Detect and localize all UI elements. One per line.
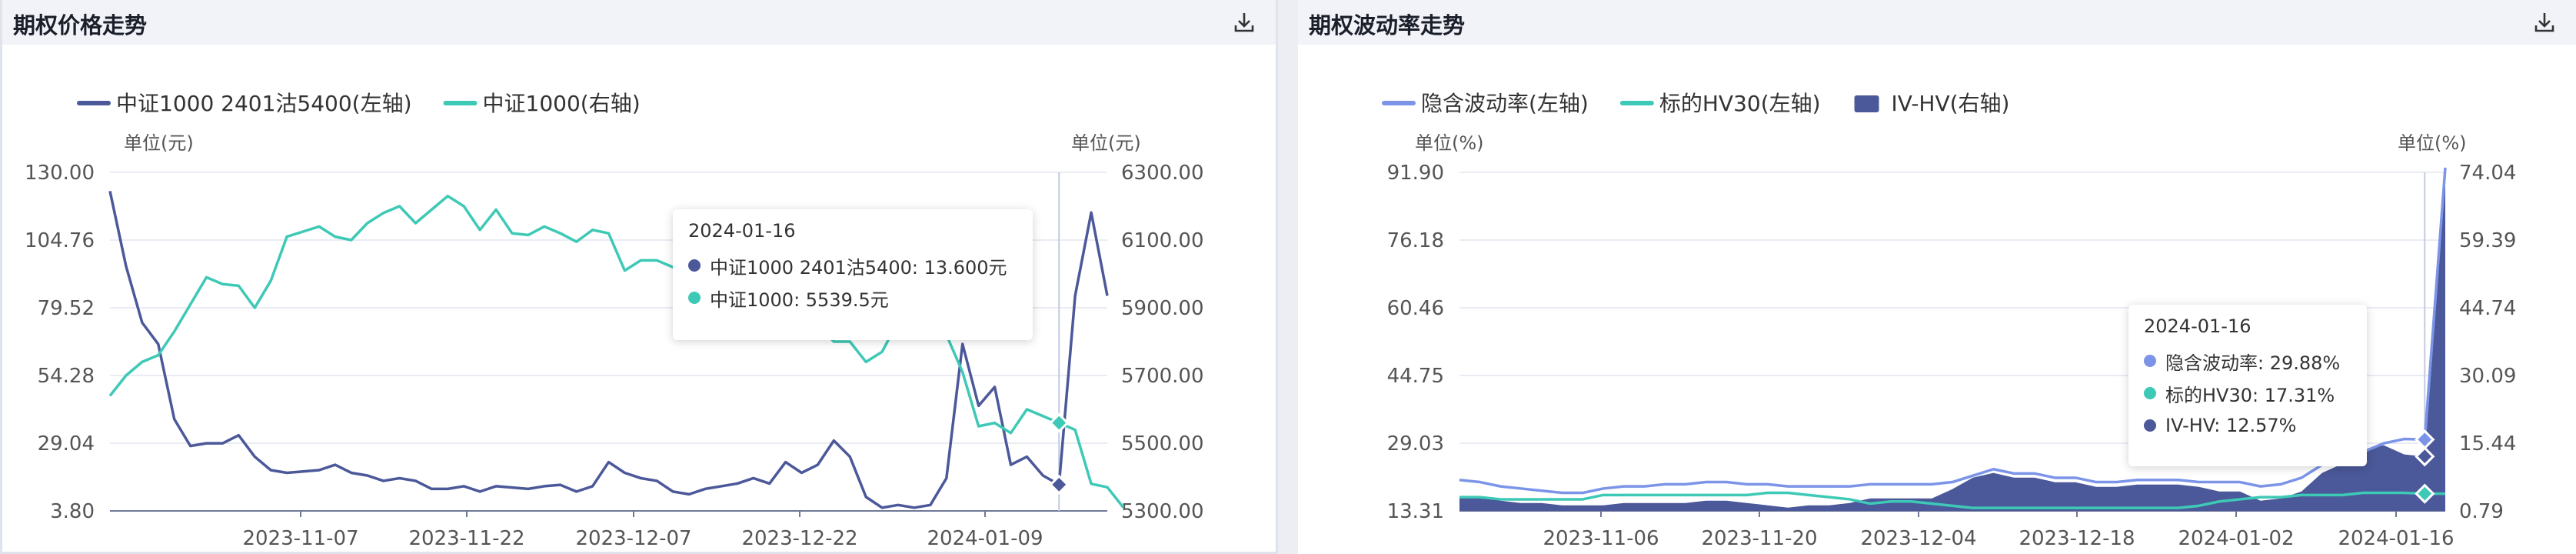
y-left-tick-label: 79.52 [38, 297, 95, 320]
y-left-tick-label: 13.31 [1387, 500, 1444, 523]
y-left-unit-label: 单位(%) [1415, 132, 1484, 154]
y-left-tick-label: 130.00 [25, 162, 95, 185]
panel-header: 期权价格走势 [2, 0, 1276, 45]
y-right-unit-label: 单位(%) [2398, 132, 2467, 154]
x-tick-label: 2024-01-16 [2338, 527, 2454, 550]
tooltip-date: 2024-01-16 [688, 220, 796, 242]
x-tick-label: 2023-12-07 [575, 527, 691, 550]
series-dot-icon [688, 292, 701, 304]
tooltip-value: IV-HV: 12.57% [2165, 415, 2297, 436]
legend-swatch [1854, 95, 1879, 112]
download-icon[interactable] [2531, 9, 2558, 35]
legend-item: 标的HV30(左轴) [1619, 91, 1821, 116]
y-right-tick-label: 44.74 [2459, 297, 2516, 320]
y-right-tick-label: 5900.00 [1121, 297, 1204, 320]
y-right-tick-label: 6100.00 [1121, 229, 1204, 252]
tooltip-value: 隐含波动率: 29.88% [2165, 352, 2341, 374]
x-tick-label: 2024-01-09 [927, 527, 1043, 550]
x-tick-label: 2023-11-20 [1701, 527, 1817, 550]
y-left-tick-label: 91.90 [1387, 162, 1444, 185]
y-right-tick-label: 5500.00 [1121, 432, 1204, 456]
chart-tooltip: 2024-01-16 隐含波动率: 29.88% 标的HV30: 17.31% … [2128, 305, 2367, 466]
legend-item: IV-HV(右轴) [1854, 91, 2010, 116]
legend-label: 标的HV30(左轴) [1659, 91, 1821, 116]
x-tick-label: 2023-11-22 [408, 527, 524, 550]
y-right-tick-label: 6300.00 [1121, 162, 1204, 185]
legend-item: 中证1000(右轴) [443, 91, 641, 116]
x-tick-label: 2023-11-06 [1543, 527, 1659, 550]
tooltip-row: 中证1000 2401沽5400: 13.600元 [688, 249, 1017, 282]
y-left-tick-label: 29.03 [1387, 432, 1444, 456]
y-left-tick-label: 54.28 [38, 365, 95, 388]
legend-label: 中证1000(右轴) [483, 91, 641, 116]
x-tick-label: 2024-01-02 [2178, 527, 2294, 550]
tooltip-row: 隐含波动率: 29.88% [2144, 345, 2351, 377]
tooltip-row: 中证1000: 5539.5元 [688, 282, 1017, 314]
volatility-chart-panel: 期权波动率走势 91.90 74.04 76.18 59.39 60.46 44.74 44… [1298, 0, 2576, 554]
tooltip-row: IV-HV: 12.57% [2144, 409, 2351, 442]
series-dot-icon [2144, 355, 2156, 367]
y-right-tick-label: 0.79 [2459, 500, 2504, 523]
panel-title: 期权波动率走势 [1309, 12, 1466, 38]
price-chart-panel: 期权价格走势 130.00 6300.00 104.76 6100.00 79.52 59… [0, 0, 1278, 554]
panel-title: 期权价格走势 [13, 12, 148, 38]
y-left-tick-label: 104.76 [25, 229, 95, 252]
y-right-tick-label: 74.04 [2459, 162, 2516, 185]
tooltip-value: 中证1000 2401沽5400: 13.600元 [710, 256, 1007, 279]
price-chart: 130.00 6300.00 104.76 6100.00 79.52 5900.00 54… [25, 91, 1204, 550]
volatility-chart: 91.90 74.04 76.18 59.39 60.46 44.74 44.75 30.09… [1382, 91, 2516, 550]
x-tick-label: 2023-12-18 [2019, 527, 2135, 550]
x-tick-label: 2023-12-04 [1860, 527, 1976, 550]
legend-label: 中证1000 2401沽5400(左轴) [116, 91, 412, 116]
y-left-tick-label: 44.75 [1387, 365, 1444, 388]
tooltip-value: 标的HV30: 17.31% [2165, 384, 2335, 406]
panel-header: 期权波动率走势 [1298, 0, 2576, 45]
series-dot-icon [2144, 387, 2156, 399]
legend-label: IV-HV(右轴) [1892, 91, 2010, 116]
y-right-unit-label: 单位(元) [1071, 132, 1141, 154]
y-left-unit-label: 单位(元) [124, 132, 194, 154]
hover-marker [1049, 474, 1070, 495]
y-left-tick-label: 3.80 [50, 500, 95, 523]
series-dot-icon [688, 259, 701, 272]
x-tick-label: 2023-11-07 [242, 527, 358, 550]
tooltip-date: 2024-01-16 [2144, 315, 2252, 337]
y-right-tick-label: 30.09 [2459, 365, 2516, 388]
y-right-tick-label: 15.44 [2459, 432, 2516, 456]
tooltip-row: 标的HV30: 17.31% [2144, 377, 2351, 409]
chart-tooltip: 2024-01-16 中证1000 2401沽5400: 13.600元 中证1… [673, 209, 1033, 340]
y-right-tick-label: 5700.00 [1121, 365, 1204, 388]
legend-item: 中证1000 2401沽5400(左轴) [77, 91, 412, 116]
series-dot-icon [2144, 419, 2156, 432]
y-left-tick-label: 29.04 [38, 432, 95, 456]
y-right-tick-label: 5300.00 [1121, 500, 1204, 523]
y-left-tick-label: 76.18 [1387, 229, 1444, 252]
legend-item: 隐含波动率(左轴) [1382, 91, 1589, 116]
y-left-tick-label: 60.46 [1387, 297, 1444, 320]
tooltip-value: 中证1000: 5539.5元 [710, 289, 889, 311]
y-right-tick-label: 59.39 [2459, 229, 2516, 252]
legend-label: 隐含波动率(左轴) [1421, 91, 1589, 116]
download-icon[interactable] [1231, 9, 1257, 35]
x-tick-label: 2023-12-22 [741, 527, 857, 550]
